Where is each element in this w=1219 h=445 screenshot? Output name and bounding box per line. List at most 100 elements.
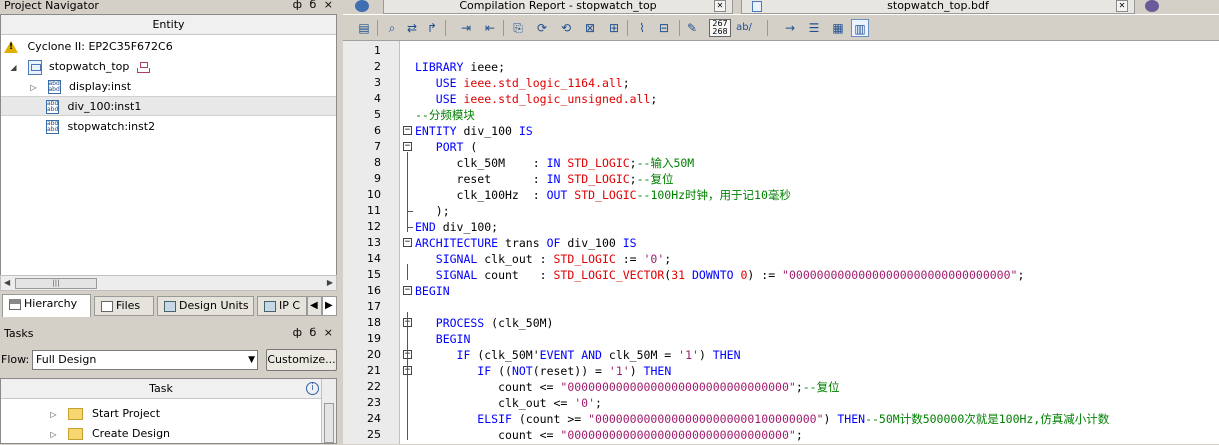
code-line[interactable]: count <= "000000000000000000000000000000… xyxy=(415,379,840,395)
tab-ip-catalog[interactable]: IP C xyxy=(257,296,307,316)
spell-check-icon[interactable]: ab/ xyxy=(735,19,753,37)
bdf-file-icon xyxy=(752,1,762,12)
code-token: THEN xyxy=(643,364,672,378)
code-line[interactable]: clk_100Hz : OUT STD_LOGIC--100Hz时钟，用于记10… xyxy=(415,187,791,203)
code-line[interactable]: LIBRARY ieee; xyxy=(415,59,505,75)
code-editor[interactable]: 1 2 3 4 5 6 7 8 9 10 11 12 13 14 15 16 17 18 19 20 21 22 23 24 2… xyxy=(343,41,1219,444)
line-count-display[interactable]: 267 268 xyxy=(709,19,731,37)
doc-tab-compilation-report[interactable]: Compilation Report - stopwatch_top ✕ xyxy=(383,0,733,14)
text-view-icon[interactable]: ▥ xyxy=(851,19,869,37)
code-line[interactable]: reset : IN STD_LOGIC;--复位 xyxy=(415,171,674,187)
line-number: 15 xyxy=(367,268,381,281)
task-column-header[interactable]: Task i xyxy=(1,379,321,399)
code-line[interactable]: PORT ( xyxy=(415,139,478,155)
outline-view-icon[interactable]: ▦ xyxy=(829,19,847,37)
code-line[interactable]: IF (clk_50M'EVENT AND clk_50M = '1') THE… xyxy=(415,347,741,363)
scroll-right-icon[interactable]: ▶ xyxy=(327,276,333,290)
scroll-left-icon[interactable]: ◀ xyxy=(4,276,10,290)
tabs-scroll-right-icon[interactable]: ▶ xyxy=(322,296,337,316)
line-number: 23 xyxy=(367,396,381,409)
tree-item-div-100[interactable]: abd abd div_100:inst1 xyxy=(1,96,336,116)
code-token: PROCESS xyxy=(415,316,485,330)
navigator-horizontal-scrollbar[interactable]: ◀ ||| ▶ xyxy=(0,275,337,291)
expand-icon[interactable]: ▷ xyxy=(29,78,38,98)
code-line[interactable]: ENTITY div_100 IS xyxy=(415,123,533,139)
tree-item-stopwatch-top[interactable]: ◢ stopwatch_top xyxy=(9,57,150,78)
scrollbar-thumb[interactable]: ||| xyxy=(15,278,97,289)
info-icon[interactable]: i xyxy=(306,382,319,395)
code-line[interactable]: ); xyxy=(415,203,450,219)
customize-button[interactable]: Customize... xyxy=(266,349,337,371)
flow-select[interactable]: Full Design ▼ xyxy=(32,350,258,370)
line-number: 18 xyxy=(367,316,381,329)
expand-icon[interactable]: ▷ xyxy=(49,405,58,425)
code-line[interactable]: END div_100; xyxy=(415,219,498,235)
code-token: STD_LOGIC xyxy=(567,172,630,186)
fold-toggle-icon[interactable]: − xyxy=(403,286,412,295)
tab-files[interactable]: Files xyxy=(94,296,154,316)
code-token: STD_LOGIC_VECTOR xyxy=(553,268,665,282)
fold-guide xyxy=(407,264,408,280)
code-line[interactable]: clk_50M : IN STD_LOGIC;--输入50M xyxy=(415,155,695,171)
code-line[interactable]: USE ieee.std_logic_1164.all; xyxy=(415,75,630,91)
code-line[interactable]: USE ieee.std_logic_unsigned.all; xyxy=(415,91,658,107)
bookmark-clear-icon[interactable]: ⊠ xyxy=(581,19,599,37)
code-line[interactable]: SIGNAL clk_out : STD_LOGIC := '0'; xyxy=(415,251,671,267)
fold-toggle-icon[interactable]: − xyxy=(403,126,412,135)
tree-item-device[interactable]: Cyclone II: EP2C35F672C6 xyxy=(4,37,173,57)
fold-toggle-icon[interactable]: − xyxy=(403,238,412,247)
code-line[interactable]: count <= "000000000000000000000000000000… xyxy=(415,427,803,443)
scrollbar-thumb[interactable] xyxy=(324,403,334,443)
indent-icon[interactable]: ⇥ xyxy=(457,19,475,37)
code-line[interactable]: SIGNAL count : STD_LOGIC_VECTOR(31 DOWNT… xyxy=(415,267,1025,283)
doc-tab-stopwatch-bdf[interactable]: stopwatch_top.bdf ✕ xyxy=(741,0,1135,14)
code-token: ) xyxy=(823,412,838,426)
find-replace-icon[interactable]: ⇄ xyxy=(403,19,421,37)
code-line[interactable]: clk_out <= '0'; xyxy=(415,395,602,411)
tree-item-display[interactable]: ▷ abd abd display:inst xyxy=(29,77,131,97)
line-number: 2 xyxy=(374,60,381,73)
print-icon[interactable]: ▤ xyxy=(355,19,373,37)
close-icon[interactable]: ✕ xyxy=(1116,0,1128,12)
code-line[interactable]: ELSIF (count >= "00000000000000000000000… xyxy=(415,411,1109,427)
code-line[interactable]: BEGIN xyxy=(415,331,471,347)
panel-window-controls[interactable]: ф б × xyxy=(293,0,335,11)
task-item-create-design[interactable]: ▷ Create Design xyxy=(49,424,170,444)
code-token: PORT xyxy=(415,140,464,154)
expand-icon[interactable]: ▷ xyxy=(49,425,58,445)
entity-column-header[interactable]: Entity xyxy=(1,15,336,35)
code-line[interactable]: --分频模块 xyxy=(415,107,475,123)
panel-window-controls[interactable]: ф б × xyxy=(293,327,335,339)
task-item-start-project[interactable]: ▷ Start Project xyxy=(49,404,160,424)
tasks-title: Tasks xyxy=(4,327,34,340)
bookmark-prev-icon[interactable]: ⟲ xyxy=(557,19,575,37)
template-icon[interactable]: ⊟ xyxy=(655,19,673,37)
syntax-check-icon[interactable]: ✎ xyxy=(683,19,701,37)
code-line[interactable]: BEGIN xyxy=(415,283,450,299)
insert-arrow-icon[interactable]: → xyxy=(781,19,799,37)
code-line[interactable]: PROCESS (clk_50M) xyxy=(415,315,554,331)
tabs-scroll-left-icon[interactable]: ◀ xyxy=(307,296,322,316)
flow-label: Flow: xyxy=(1,353,30,366)
bookmark-list-icon[interactable]: ⊞ xyxy=(605,19,623,37)
task-vertical-scrollbar[interactable] xyxy=(321,379,336,443)
tree-item-stopwatch[interactable]: abd abd stopwatch:inst2 xyxy=(46,117,155,137)
code-token: '0' xyxy=(643,252,665,266)
left-panel: Project Navigator ф б × Entity Cyclone I… xyxy=(0,0,339,444)
find-icon[interactable]: ⌕ xyxy=(383,19,401,37)
unindent-icon[interactable]: ⇤ xyxy=(481,19,499,37)
fold-toggle-icon[interactable]: − xyxy=(403,142,412,151)
attach-icon[interactable]: ⌇ xyxy=(633,19,651,37)
list-view-icon[interactable]: ☰ xyxy=(805,19,823,37)
code-line[interactable]: ARCHITECTURE trans OF div_100 IS xyxy=(415,235,637,251)
line-number: 5 xyxy=(374,108,381,121)
close-icon[interactable]: ✕ xyxy=(714,0,726,12)
goto-icon[interactable]: ↱ xyxy=(423,19,441,37)
code-line[interactable]: IF ((NOT(reset)) = '1') THEN xyxy=(415,363,671,379)
collapse-icon[interactable]: ◢ xyxy=(9,58,18,78)
bookmark-toggle-icon[interactable]: ⎘ xyxy=(509,19,527,37)
code-token: OF xyxy=(546,236,561,250)
bookmark-next-icon[interactable]: ⟳ xyxy=(533,19,551,37)
tab-hierarchy[interactable]: Hierarchy xyxy=(2,294,91,317)
tab-design-units[interactable]: Design Units xyxy=(157,296,254,316)
